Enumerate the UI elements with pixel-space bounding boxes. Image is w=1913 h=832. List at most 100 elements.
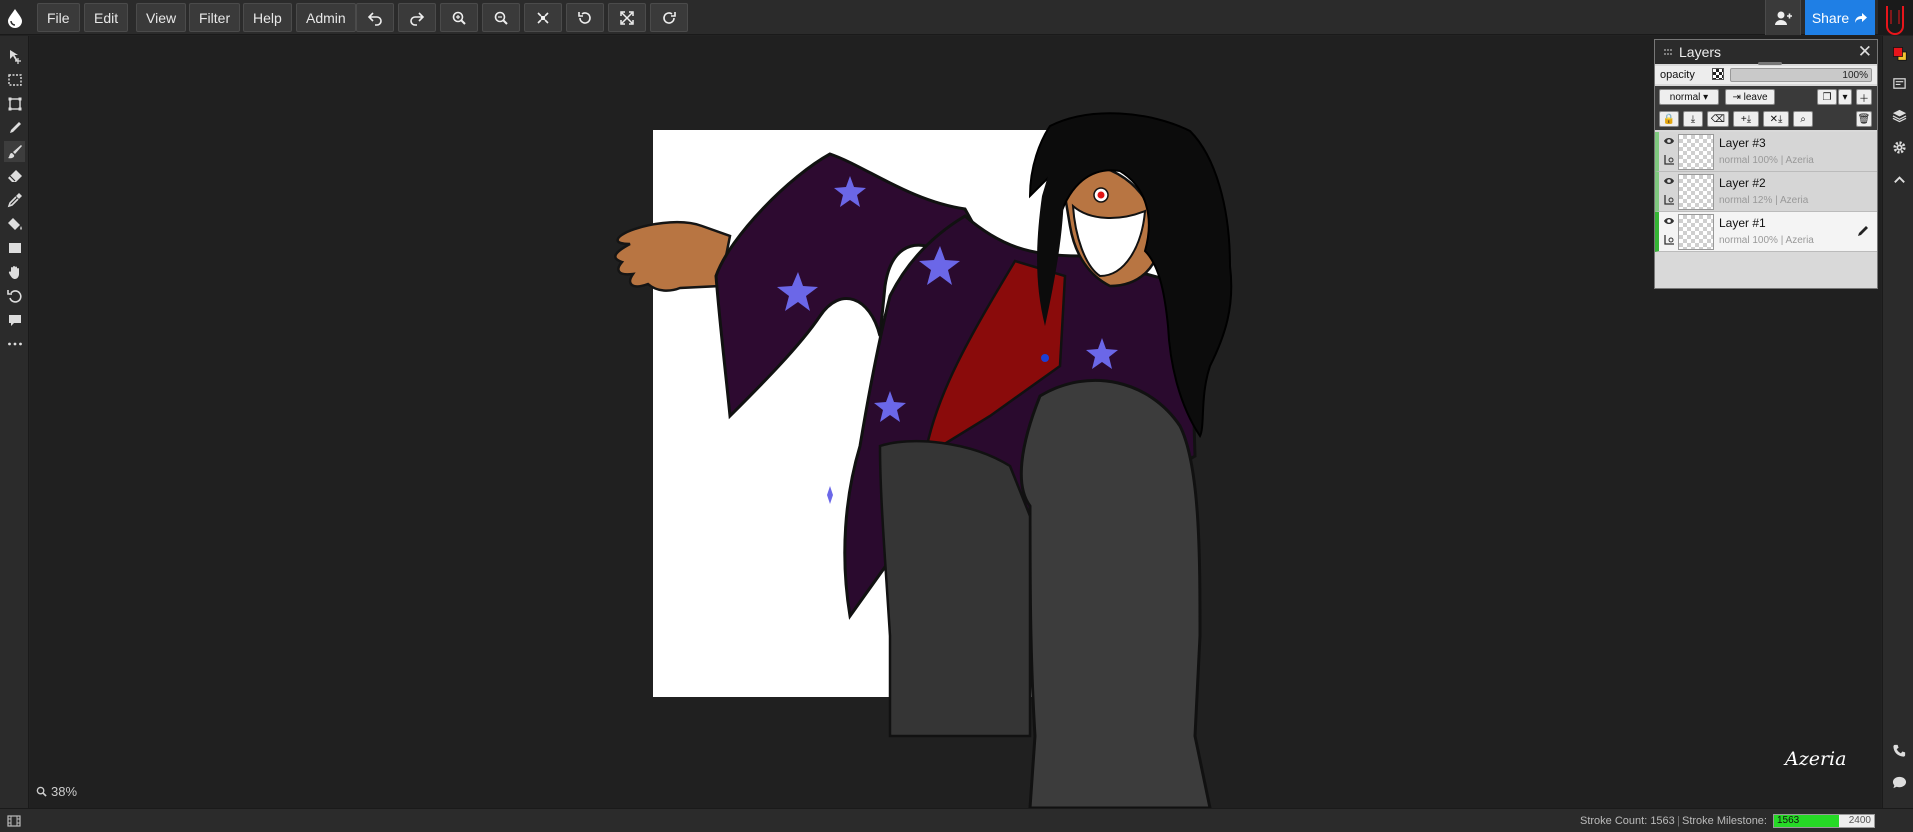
timelapse-film-icon[interactable] [7, 815, 21, 827]
file-menu[interactable]: File [37, 3, 80, 32]
hand-tool[interactable] [4, 261, 25, 282]
reset-view-button[interactable] [524, 3, 562, 32]
resize-handle[interactable] [1758, 62, 1782, 65]
eye-icon[interactable] [1663, 176, 1675, 186]
speech-bubble-icon [8, 314, 21, 326]
opacity-slider[interactable]: 100% [1730, 68, 1872, 82]
blend-mode-select[interactable]: normal ▾ [1659, 89, 1719, 105]
new-layer-button[interactable]: ＋ [1856, 89, 1872, 105]
view-menu[interactable]: View [136, 3, 187, 32]
zoom-indicator[interactable]: 38% [36, 784, 77, 799]
redo-button[interactable] [398, 3, 436, 32]
invite-user-button[interactable] [1765, 0, 1801, 35]
copy-icon: ❐ [1822, 91, 1832, 103]
comment-tool[interactable] [4, 309, 25, 330]
chevron-down-icon: ▾ [1842, 91, 1848, 103]
transparency-toggle-icon[interactable] [1712, 68, 1724, 80]
brush-settings-button[interactable] [1890, 74, 1908, 92]
zoom-icon [36, 786, 47, 797]
chat-bubble-icon [1892, 776, 1906, 788]
pen-tool[interactable] [4, 117, 25, 138]
layer-meta: normal 100% | Azeria [1719, 235, 1814, 246]
drag-grip-icon[interactable] [1663, 48, 1673, 56]
eyedropper-icon [7, 192, 22, 207]
duplicate-layer-button[interactable]: ❐ [1817, 89, 1837, 105]
fullscreen-icon [620, 10, 634, 25]
help-menu[interactable]: Help [243, 3, 292, 32]
zoom-in-button[interactable] [440, 3, 478, 32]
rotate-right-button[interactable] [650, 3, 688, 32]
color-swatches[interactable] [1889, 43, 1909, 63]
voice-call-button[interactable] [1890, 741, 1908, 759]
layer-mode-icon[interactable] [1663, 154, 1675, 166]
eraser-tool[interactable] [4, 165, 25, 186]
move-icon [9, 49, 21, 64]
app-logo-icon[interactable] [5, 8, 25, 28]
zoom-out-icon [494, 11, 508, 25]
milestone-max: 2400 [1848, 815, 1871, 826]
zoom-out-button[interactable] [482, 3, 520, 32]
brush-tool[interactable] [4, 141, 25, 162]
flatten-button[interactable]: ✕⤓ [1763, 111, 1789, 127]
settings-button[interactable] [1890, 138, 1908, 156]
pencil-icon [1858, 226, 1868, 236]
chevron-up-icon [1893, 175, 1905, 183]
layer-actions-row: 🔒 ⤓ ⌫ +⤓ ✕⤓ ⌕ 🗑 [1655, 108, 1877, 130]
share-button[interactable]: Share [1805, 0, 1875, 35]
move-tool[interactable] [4, 45, 25, 66]
merge-down-button[interactable]: +⤓ [1733, 111, 1759, 127]
undo-button[interactable] [356, 3, 394, 32]
find-layer-button[interactable]: ⌕ [1793, 111, 1813, 127]
layer-name: Layer #3 [1719, 136, 1766, 150]
phone-icon [1892, 744, 1905, 757]
marquee-select-icon [7, 73, 22, 86]
filter-menu[interactable]: Filter [189, 3, 241, 32]
eye-icon[interactable] [1663, 136, 1675, 146]
rotate-icon [6, 289, 22, 303]
clip-layer-button[interactable]: ⤓ [1683, 111, 1703, 127]
duplicate-dropdown-button[interactable]: ▾ [1838, 89, 1852, 105]
trash-icon: 🗑 [1857, 113, 1871, 125]
layers-panel-header[interactable]: Layers ✕ [1655, 40, 1877, 65]
eraser-icon [7, 169, 22, 182]
lock-layer-button[interactable]: 🔒 [1659, 111, 1679, 127]
artist-signature: Azeria [1785, 748, 1847, 770]
user-avatar[interactable] [1878, 0, 1913, 35]
rotate-tool[interactable] [4, 285, 25, 306]
edit-menu[interactable]: Edit [84, 3, 129, 32]
status-separator: | [1677, 815, 1680, 827]
transform-tool[interactable] [4, 93, 25, 114]
brush-settings-icon [1892, 77, 1906, 89]
layers-toggle-button[interactable] [1890, 106, 1908, 124]
layer-mode-icon[interactable] [1663, 194, 1675, 206]
clip-icon: ⤓ [1690, 113, 1696, 125]
rotate-left-button[interactable] [566, 3, 604, 32]
shape-tool[interactable] [4, 237, 25, 258]
layer-row-3[interactable]: Layer #3 normal 100% | Azeria [1655, 132, 1877, 172]
eye-icon[interactable] [1663, 216, 1675, 226]
zoom-in-icon [452, 11, 466, 25]
fill-tool[interactable] [4, 213, 25, 234]
eyedropper-tool[interactable] [4, 189, 25, 210]
more-tools[interactable] [4, 333, 25, 354]
leave-button[interactable]: ⇥ leave [1725, 89, 1775, 105]
layer-row-1[interactable]: Layer #1 normal 100% | Azeria [1655, 212, 1877, 252]
stroke-milestone-label: Stroke Milestone: [1682, 815, 1767, 827]
drawing-canvas[interactable]: 38% [30, 36, 1881, 808]
avatar-icon [1886, 6, 1904, 35]
close-icon[interactable]: ✕ [1858, 42, 1872, 62]
layers-panel: Layers ✕ opacity 100% normal ▾ ⇥ leave ❐… [1654, 39, 1878, 289]
layer-mode-icon[interactable] [1663, 234, 1675, 246]
undo-icon [367, 11, 382, 26]
admin-menu[interactable]: Admin [296, 3, 356, 32]
clear-layer-button[interactable]: ⌫ [1707, 111, 1729, 127]
zoom-level: 38% [51, 784, 78, 799]
select-tool[interactable] [4, 69, 25, 90]
chat-button[interactable] [1890, 773, 1908, 791]
collapse-button[interactable] [1890, 170, 1908, 188]
layer-row-2[interactable]: Layer #2 normal 12% | Azeria [1655, 172, 1877, 212]
delete-layer-button[interactable]: 🗑 [1856, 111, 1872, 127]
artwork [614, 112, 1233, 808]
rectangle-icon [8, 242, 21, 253]
fullscreen-button[interactable] [608, 3, 646, 32]
